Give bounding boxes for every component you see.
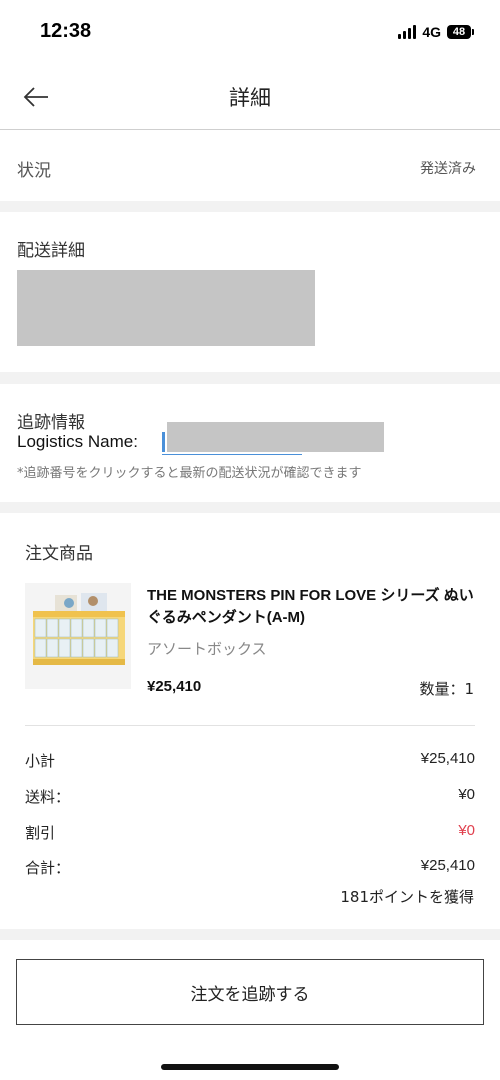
order-status-row: 状況 発送済み	[0, 131, 500, 201]
order-status-label: 状況	[17, 161, 51, 181]
status-indicators: 4G 48	[398, 22, 474, 42]
order-status-value: 発送済み	[420, 161, 476, 177]
battery-level: 48	[447, 25, 471, 39]
redacted-tracking-number	[167, 422, 384, 452]
delivery-title: 配送詳細	[17, 241, 85, 261]
divider	[25, 725, 475, 726]
section-divider	[0, 201, 500, 212]
product-price: ¥25,410	[147, 678, 202, 695]
total-label: 合計：	[25, 859, 71, 877]
tracking-number-link[interactable]	[162, 432, 165, 452]
subtotal-label: 小計	[25, 752, 56, 770]
battery-icon: 48	[447, 25, 474, 39]
section-divider	[0, 929, 500, 940]
redacted-address	[17, 270, 315, 346]
shipping-row: 送料： ¥0	[25, 786, 475, 810]
discount-row: 割引 ¥0	[25, 822, 475, 846]
signal-icon	[398, 25, 417, 39]
tracking-link-underline[interactable]	[162, 454, 302, 455]
page-title: 詳細	[229, 86, 271, 110]
subtotal-value: ¥25,410	[420, 750, 475, 767]
status-time: 12:38	[40, 20, 92, 42]
track-order-button[interactable]: 注文を追跡する	[16, 959, 484, 1025]
product-variant: アソートボックス	[147, 640, 267, 658]
discount-value: ¥0	[458, 822, 475, 839]
shipping-label: 送料：	[25, 788, 71, 806]
home-indicator[interactable]	[161, 1064, 339, 1070]
tracking-section: 追跡情報 Logistics Name: *追跡番号をクリックすると最新の配送状…	[0, 384, 500, 502]
total-value: ¥25,410	[420, 857, 475, 874]
order-items-section: 注文商品 THE MONSTERS PIN FOR LOVE シリーズ ぬいぐる…	[0, 513, 500, 929]
status-bar: 12:38 4G 48	[0, 0, 500, 64]
tracking-title: 追跡情報	[17, 413, 85, 433]
nav-bar: 詳細	[0, 64, 500, 130]
order-items-title: 注文商品	[25, 544, 93, 564]
product-image[interactable]	[25, 583, 131, 689]
logistics-name-label: Logistics Name:	[17, 432, 138, 451]
discount-label: 割引	[25, 824, 56, 842]
network-type: 4G	[422, 24, 441, 40]
section-divider	[0, 372, 500, 384]
subtotal-row: 小計 ¥25,410	[25, 750, 475, 774]
section-divider	[0, 502, 500, 513]
product-name[interactable]: THE MONSTERS PIN FOR LOVE シリーズ ぬいぐるみペンダン…	[147, 585, 477, 629]
shipping-value: ¥0	[458, 786, 475, 803]
points-earned: 181ポイントを獲得	[340, 888, 474, 906]
tracking-note: *追跡番号をクリックすると最新の配送状況が確認できます	[17, 466, 362, 481]
product-quantity: 数量：1	[419, 680, 474, 698]
delivery-section: 配送詳細	[0, 212, 500, 372]
total-row: 合計： ¥25,410	[25, 857, 475, 881]
